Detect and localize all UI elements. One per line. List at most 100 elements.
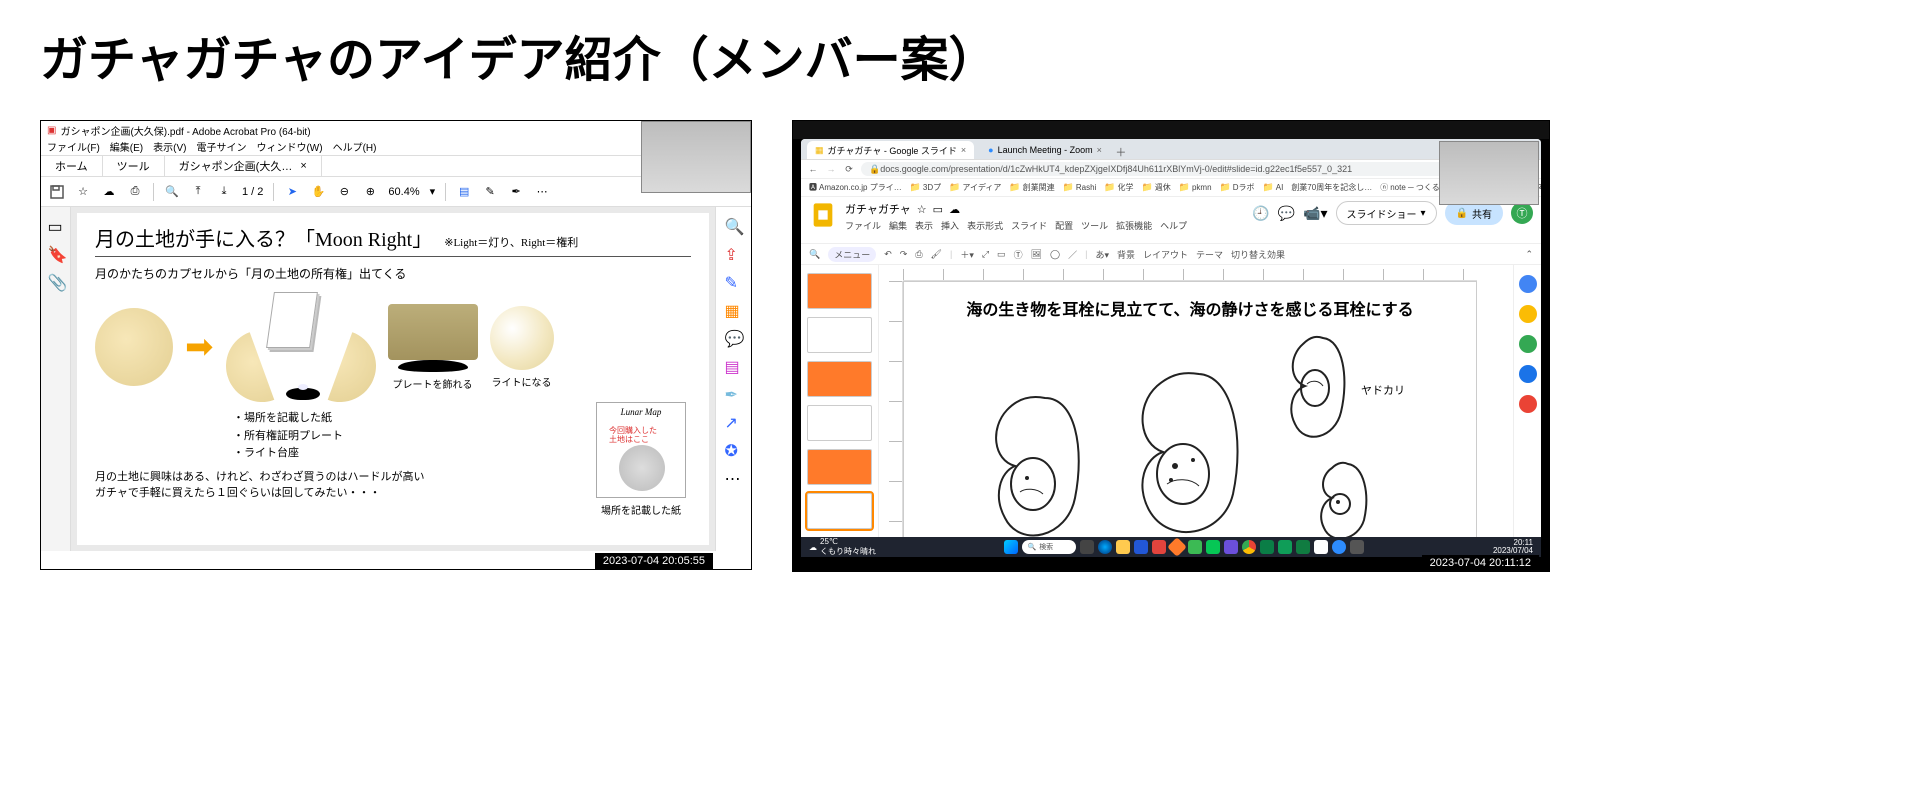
taskbar-weather[interactable]: ☁25℃くもり時々晴れ [809,537,876,557]
tool-trans[interactable]: 切り替え効果 [1231,248,1285,261]
save-icon[interactable] [49,184,65,200]
slides-file-title[interactable]: ガチャガチャ [845,201,911,217]
tb-app-purple-icon[interactable] [1224,540,1238,554]
tb-excel-icon[interactable] [1296,540,1310,554]
print-icon[interactable]: ⎙ [127,184,143,200]
taskbar-clock[interactable]: 20:112023/07/04 [1493,539,1533,555]
tb-last-icon[interactable] [1350,540,1364,554]
calendar-icon[interactable] [1519,275,1537,293]
maps-icon[interactable] [1519,395,1537,413]
bm-item[interactable]: 🅰 Amazon.co.jp プライ… [809,182,902,193]
taskbar-search[interactable]: 🔍検索 [1022,540,1076,554]
tb-app-red-icon[interactable] [1152,540,1166,554]
contacts-icon[interactable] [1519,365,1537,383]
menu-window[interactable]: ウィンドウ(W) [256,139,322,155]
tool-theme[interactable]: テーマ [1196,248,1223,261]
tb-edge-icon[interactable] [1098,540,1112,554]
back-icon[interactable]: ← [807,163,819,175]
search-menu-icon[interactable]: 🔍 [809,249,820,260]
menu-view[interactable]: 表示(V) [153,139,186,155]
print-icon[interactable]: ⎙ [915,249,922,260]
meet-icon[interactable]: 📹▾ [1303,205,1327,222]
more-icon[interactable]: ⋯ [534,184,550,200]
tab-document[interactable]: ガシャポン企画(大久…× [165,156,322,176]
tb-line-icon[interactable] [1206,540,1220,554]
tool-layout[interactable]: レイアウト [1143,248,1188,261]
organize-icon[interactable]: ▤ [725,357,743,375]
more2-icon[interactable]: ⋯ [725,469,743,487]
comment-icon[interactable]: 💬 [1278,205,1295,222]
star-icon[interactable]: ☆ [75,184,91,200]
export-icon[interactable]: ⇪ [725,245,743,263]
cloud-upload-icon[interactable]: ☁ [101,184,117,200]
bm-item[interactable]: 📁アイディア [949,182,1001,193]
share-icon[interactable]: ↗ [725,413,743,431]
gmenu-help[interactable]: ヘルプ [1160,219,1187,232]
tab-home[interactable]: ホーム [41,156,103,176]
stamp-icon[interactable]: ✪ [725,441,743,459]
keep-icon[interactable] [1519,305,1537,323]
history-icon[interactable]: 🕘 [1252,205,1269,222]
line-icon[interactable]: ／ [1068,248,1077,261]
esign-icon[interactable]: ✒ [508,184,524,200]
bm-item[interactable]: 📁pkmn [1179,182,1212,193]
tb-sheets-icon[interactable] [1278,540,1292,554]
shape-icon[interactable]: ◯ [1050,249,1060,260]
slide-canvas[interactable]: 海の生き物を耳栓に見立てて、海の静けさを感じる耳栓にする チンアナゴ ウツボ [903,281,1477,537]
bm-item[interactable]: 📁週休 [1142,182,1171,193]
page-view-blue-icon[interactable]: ▤ [456,184,472,200]
bm-item[interactable]: 創業70周年を記念し… [1291,182,1372,193]
tasks-icon[interactable] [1519,335,1537,353]
annotate-icon[interactable]: ✎ [482,184,498,200]
user-avatar[interactable]: Ⓣ [1511,202,1533,224]
cursor-select-icon[interactable]: ▭ [997,249,1006,260]
gmenu-tools[interactable]: ツール [1081,219,1108,232]
forward-icon[interactable]: → [825,163,837,175]
slide-thumb-3[interactable] [807,361,872,397]
bm-item[interactable]: 📁化学 [1104,182,1133,193]
slide-thumb-5[interactable] [807,449,872,485]
new-tab-button[interactable]: ＋ [1114,145,1128,159]
slide-thumb-4[interactable] [807,405,872,441]
gmenu-ext[interactable]: 拡張機能 [1116,219,1152,232]
menu-edit[interactable]: 編集(E) [110,139,143,155]
zoom-reset-icon[interactable]: ⤢ [982,249,989,260]
gmenu-arrange[interactable]: 配置 [1055,219,1073,232]
edit-icon[interactable]: ✎ [725,273,743,291]
gmenu-view[interactable]: 表示 [915,219,933,232]
tb-app-orange-icon[interactable] [1168,537,1188,557]
bookmark-icon[interactable]: 🔖 [48,245,64,261]
star-outline-icon[interactable]: ☆ [917,203,927,216]
zoom-in-icon[interactable]: ⊕ [362,184,378,200]
present-button[interactable]: スライドショー▾ [1336,201,1437,225]
bm-item[interactable]: 📁AI [1263,182,1284,193]
task-view-icon[interactable] [1080,540,1094,554]
gmenu-file[interactable]: ファイル [845,219,881,232]
menu-chip[interactable]: メニュー [828,247,876,262]
thumbnails-icon[interactable]: ▭ [48,217,64,233]
undo-icon[interactable]: ↶ [884,249,892,260]
slide-thumb-2[interactable] [807,317,872,353]
refresh-icon[interactable]: ⟳ [843,163,855,175]
menu-esign[interactable]: 電子サイン [196,139,246,155]
comment-icon[interactable]: 💬 [725,329,743,347]
gmenu-insert[interactable]: 挿入 [941,219,959,232]
gmenu-edit[interactable]: 編集 [889,219,907,232]
tb-app-darkgreen-icon[interactable] [1260,540,1274,554]
attach-icon[interactable]: 📎 [48,273,64,289]
owl-icon[interactable]: ▦ [725,301,743,319]
move-icon[interactable]: ▭ [933,203,943,216]
new-slide-icon[interactable]: ＋▾ [960,248,974,261]
page-down-icon[interactable]: ⤓ [216,184,232,200]
hand-icon[interactable]: ✋ [310,184,326,200]
tab-tools[interactable]: ツール [103,156,165,176]
bm-item[interactable]: 📁創業関連 [1009,182,1054,193]
search2-icon[interactable]: 🔍 [725,217,743,235]
tb-white-icon[interactable] [1314,540,1328,554]
spell-lang-btn[interactable]: あ▾ [1095,248,1109,261]
search-icon[interactable]: 🔍 [164,184,180,200]
slide-thumb-1[interactable] [807,273,872,309]
bm-item[interactable]: 📁Rashi [1063,182,1097,193]
sign-icon[interactable]: ✒ [725,385,743,403]
slide-thumb-6[interactable] [807,493,872,529]
